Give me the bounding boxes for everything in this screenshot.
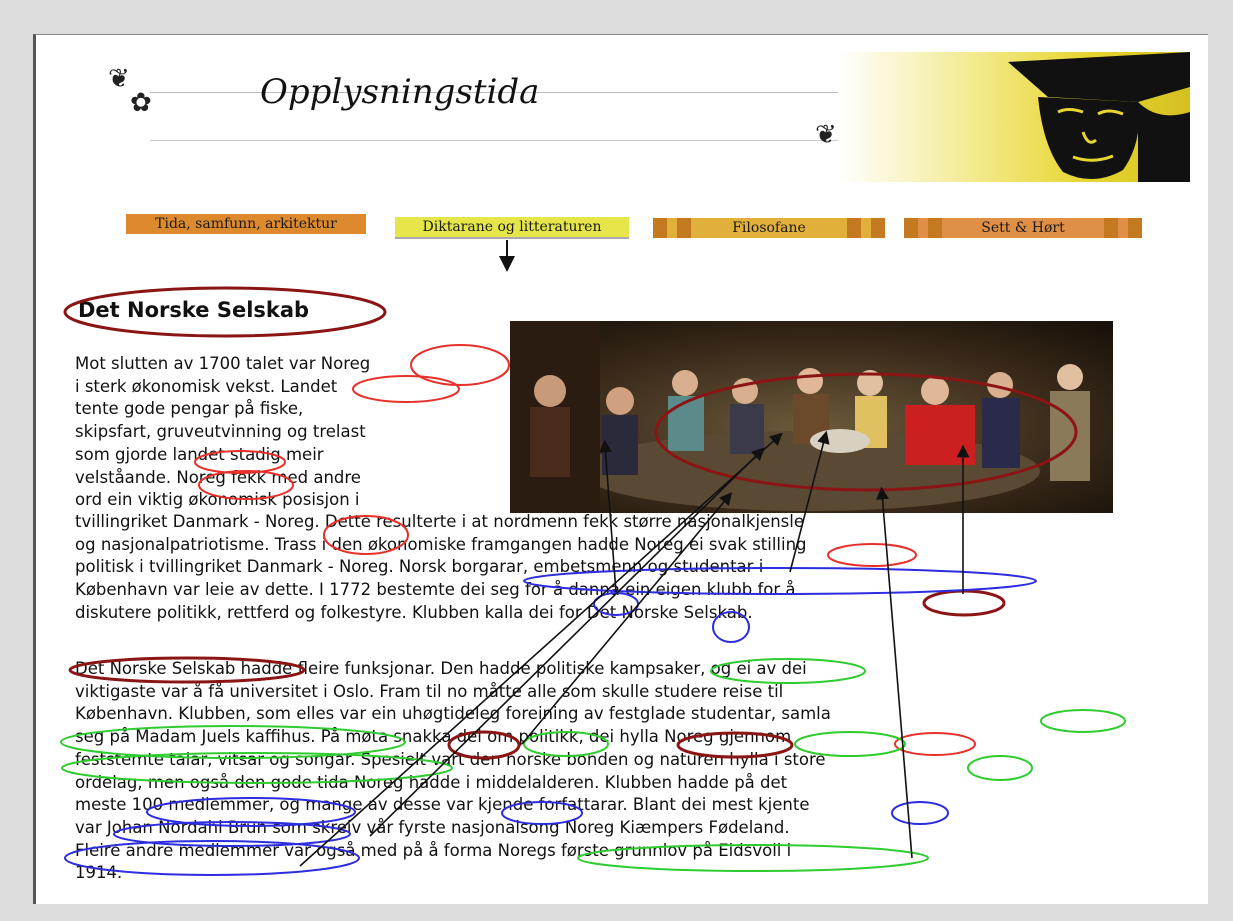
text-line: tente gode pengar på fiske, (75, 399, 304, 419)
text-line: 1914. (75, 863, 123, 883)
text-line: København. Klubben, som elles var ein uh… (75, 704, 831, 724)
text-line: Fleire andre medlemmer var også med på å… (75, 840, 792, 860)
paragraph-two: Det Norske Selskab hadde fleire funksjon… (75, 658, 831, 885)
painting-image (510, 321, 1113, 513)
nav-item-sett-hort[interactable]: Sett & Hørt (904, 218, 1142, 238)
text-line: som gjorde landet stadig meir (75, 444, 324, 464)
floral-ornament-icon: ✿ (130, 88, 152, 118)
text-line: politisk i tvillingriket Danmark - Noreg… (75, 557, 764, 577)
text-line: velståande. Noreg fekk med andre (75, 467, 361, 487)
portrait-image (838, 52, 1190, 182)
text-line: seg på Madam Juels kaffihus. På møta sna… (75, 727, 792, 747)
text-line: skipsfart, gruveutvinning og trelast (75, 422, 366, 442)
page-title: Opplysningstida (260, 72, 540, 112)
article-heading: Det Norske Selskab (78, 298, 310, 322)
nav-label: Sett & Hørt (981, 220, 1065, 236)
text-line: København var leie av dette. I 1772 best… (75, 580, 796, 600)
nav-segment (1128, 218, 1142, 238)
nav-item-filosofane[interactable]: Filosofane (653, 218, 885, 238)
nav-segment (928, 218, 942, 238)
nav-segment (677, 218, 691, 238)
nav-segment (904, 218, 918, 238)
nav-item-diktarane[interactable]: Diktarane og litteraturen (395, 217, 629, 239)
banner-line (150, 140, 850, 141)
nav-segment (847, 218, 861, 238)
text-line: viktigaste var å få universitet i Oslo. … (75, 681, 784, 701)
text-line: diskutere politikk, rettferd og folkesty… (75, 602, 753, 622)
nav-segment (1104, 218, 1118, 238)
text-line: Mot slutten av 1700 talet var Noreg (75, 354, 371, 373)
text-line: i sterk økonomisk vekst. Landet (75, 376, 338, 396)
text-line: var Johan Nordahl Brun som skreiv vår fy… (75, 817, 790, 837)
text-line: meste 100 medlemmer, og mange av desse v… (75, 795, 810, 815)
nav-item-tida[interactable]: Tida, samfunn, arkitektur (126, 214, 366, 234)
nav-segment (871, 218, 885, 238)
nav-label: Filosofane (732, 220, 806, 236)
text-line: og nasjonalpatriotisme. Trass i den økon… (75, 534, 807, 554)
text-line: ordelag, men også den gode tida Noreg ha… (75, 772, 788, 792)
text-line: Det Norske Selskab hadde fleire funksjon… (75, 659, 807, 678)
floral-ornament-icon: ❦ (815, 120, 837, 150)
paragraph-continued: tvillingriket Danmark - Noreg. Dette res… (75, 511, 807, 625)
text-line: tvillingriket Danmark - Noreg. Dette res… (75, 512, 805, 531)
floral-ornament-icon: ❦ (108, 64, 130, 94)
paragraph-intro: Mot slutten av 1700 talet var Noreg i st… (75, 353, 370, 512)
nav-segment (653, 218, 667, 238)
text-line: ord ein viktig økonomisk posisjon i (75, 490, 360, 510)
text-line: feststemte talar, vitsar og songar. Spes… (75, 749, 826, 769)
